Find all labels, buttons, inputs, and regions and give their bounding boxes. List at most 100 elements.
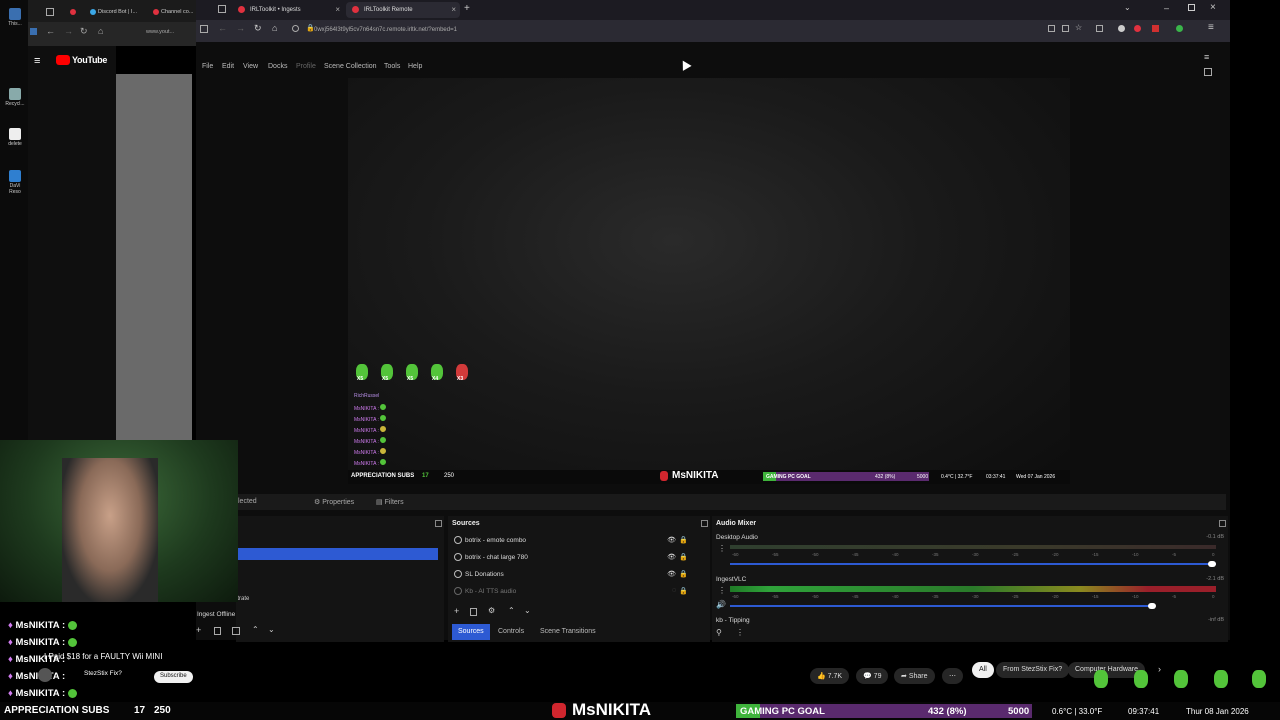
mixer-menu-icon[interactable]: ⋮ (718, 544, 726, 553)
move-up-icon[interactable]: ⌃ (252, 625, 259, 634)
share-button[interactable]: ➦ Share (894, 668, 935, 684)
desktop-audio-slider[interactable] (730, 561, 1216, 567)
menu-help[interactable]: Help (408, 63, 422, 70)
minimize-icon[interactable]: – (1164, 3, 1169, 13)
undock-icon[interactable] (435, 520, 442, 527)
filters-button[interactable]: ▤ Filters (376, 498, 404, 506)
tab-irltoolkit-remote[interactable]: IRLToolkit Remote × (346, 2, 460, 18)
properties-button[interactable]: ⚙ Properties (314, 498, 354, 506)
move-down-icon[interactable]: ⌄ (268, 625, 275, 634)
visibility-eye-icon[interactable]: 👁 (667, 570, 676, 578)
chevron-right-icon[interactable]: › (1158, 664, 1161, 674)
mixer-menu-icon[interactable]: ⋮ (718, 586, 726, 595)
tab-controls[interactable]: Controls (498, 628, 524, 635)
screenshot-icon[interactable] (1062, 25, 1069, 32)
account-icon[interactable] (1118, 25, 1125, 32)
source-item[interactable]: SL Donations 👁 🔒 (454, 568, 702, 582)
tab-scene-transitions[interactable]: Scene Transitions (540, 628, 596, 635)
reload-icon[interactable]: ↻ (80, 26, 88, 37)
sidebar-icon[interactable] (200, 25, 208, 33)
more-actions-icon[interactable]: ⋯ (942, 668, 963, 684)
menu-scene-collection[interactable]: Scene Collection (324, 63, 377, 70)
list-all-tabs-icon[interactable]: ⌄ (1124, 3, 1131, 12)
youtube-video-title[interactable]: I Paid $18 for a FAULTY Wii MINI (44, 652, 162, 661)
lock-icon[interactable]: 🔒 (679, 553, 688, 561)
menu-edit[interactable]: Edit (222, 63, 234, 70)
desktop-icon-recycle[interactable]: Recycl... (4, 88, 26, 107)
lock-icon[interactable]: 🔒 (679, 570, 688, 578)
reader-view-icon[interactable] (1048, 25, 1055, 32)
shield-icon[interactable] (292, 25, 299, 32)
hamburger-menu-icon[interactable]: ≡ (34, 55, 40, 67)
extensions-icon[interactable] (1096, 25, 1103, 32)
lock-icon[interactable]: 🔒 (679, 587, 688, 595)
chip-all[interactable]: All (972, 662, 994, 678)
lock-icon[interactable]: 🔒 (679, 536, 688, 544)
menu-tools[interactable]: Tools (384, 63, 400, 70)
like-button[interactable]: 👍 7.7K (810, 668, 850, 684)
pen-extension-icon[interactable] (1152, 25, 1159, 32)
home-icon[interactable]: ⌂ (272, 23, 277, 33)
youtube-address[interactable]: www.yout... (146, 29, 174, 35)
channel-name[interactable]: StezStix Fix? (84, 670, 122, 677)
slider-handle[interactable] (1147, 603, 1156, 609)
reload-icon[interactable]: ↻ (254, 23, 262, 34)
speaker-icon[interactable]: 🔊 (716, 600, 726, 609)
undock-icon[interactable] (701, 520, 708, 527)
desktop-icon-davinci[interactable]: DaVi Reso (4, 170, 26, 195)
url-field[interactable]: 0wxj564l3t9yl5cv7n64sn7c.remote.irltk.ne… (314, 25, 1034, 37)
menu-docks[interactable]: Docks (268, 63, 287, 70)
scene-item-selected[interactable] (238, 548, 438, 560)
visibility-eye-icon[interactable]: 👁 (667, 553, 676, 561)
source-settings-icon[interactable]: ⚙ (488, 606, 495, 615)
back-icon[interactable]: ← (218, 23, 227, 33)
move-down-icon[interactable]: ⌄ (524, 606, 531, 615)
back-icon[interactable]: ← (46, 26, 55, 36)
bookmark-star-icon[interactable]: ☆ (1075, 23, 1082, 32)
mixer-menu-icon[interactable]: ⋮ (736, 628, 744, 637)
record-extension-icon[interactable] (1134, 25, 1141, 32)
tab-list-icon[interactable] (218, 5, 226, 13)
desktop-icon-delete[interactable]: delete (4, 128, 26, 147)
remove-source-icon[interactable] (470, 608, 477, 616)
source-item[interactable]: botrix - emote combo 👁 🔒 (454, 534, 702, 548)
green-extension-icon[interactable] (1176, 25, 1183, 32)
tab-irltoolkit-ingests[interactable]: IRLToolkit • Ingests × (232, 2, 344, 18)
maximize-icon[interactable] (1188, 4, 1195, 11)
subscribe-button[interactable]: Subscribe (154, 671, 193, 683)
obs-preview[interactable] (348, 78, 1070, 484)
close-tab-icon[interactable]: × (335, 5, 340, 14)
menu-view[interactable]: View (243, 63, 258, 70)
desktop-icon-this-pc[interactable]: This... (4, 8, 26, 27)
visibility-eye-hidden-icon[interactable]: ◌ (672, 587, 676, 594)
close-tab-icon[interactable]: × (451, 5, 456, 14)
hamburger-menu-icon[interactable]: ≡ (1204, 52, 1209, 62)
chip-from-channel[interactable]: From StezStix Fix? (996, 662, 1070, 678)
menu-profile[interactable]: Profile (296, 63, 316, 70)
fullscreen-icon[interactable] (1204, 68, 1212, 76)
channel-avatar[interactable] (38, 668, 52, 682)
menu-file[interactable]: File (202, 63, 213, 70)
undock-icon[interactable] (1219, 520, 1226, 527)
new-tab-icon[interactable]: + (464, 3, 470, 14)
sidebar-toggle-icon[interactable] (30, 28, 37, 35)
tab-overview-icon[interactable] (46, 8, 54, 16)
comments-button[interactable]: 💬 79 (856, 668, 889, 684)
source-item[interactable]: botrix - chat large 780 👁 🔒 (454, 551, 702, 565)
youtube-tab-discord[interactable]: Discord Bot | I... (98, 9, 137, 15)
home-icon[interactable]: ⌂ (98, 26, 103, 36)
close-window-icon[interactable]: × (1210, 2, 1216, 13)
forward-icon[interactable]: → (236, 23, 245, 33)
slider-handle[interactable] (1208, 561, 1216, 567)
app-menu-icon[interactable]: ≡ (1208, 22, 1214, 33)
move-up-icon[interactable]: ⌃ (508, 606, 515, 615)
youtube-tab-channel[interactable]: Channel co... (161, 9, 193, 15)
link-icon[interactable]: ⚲ (716, 628, 722, 637)
visibility-eye-icon[interactable]: 👁 (667, 536, 676, 544)
source-item[interactable]: Kb - AI TTS audio ◌ 🔒 (454, 585, 702, 599)
forward-icon[interactable]: → (64, 26, 73, 36)
tab-sources[interactable]: Sources (452, 624, 490, 640)
ingestvlc-slider[interactable] (730, 603, 1216, 609)
scene-item-label[interactable]: itrate (236, 596, 249, 602)
add-source-icon[interactable]: + (454, 606, 459, 616)
